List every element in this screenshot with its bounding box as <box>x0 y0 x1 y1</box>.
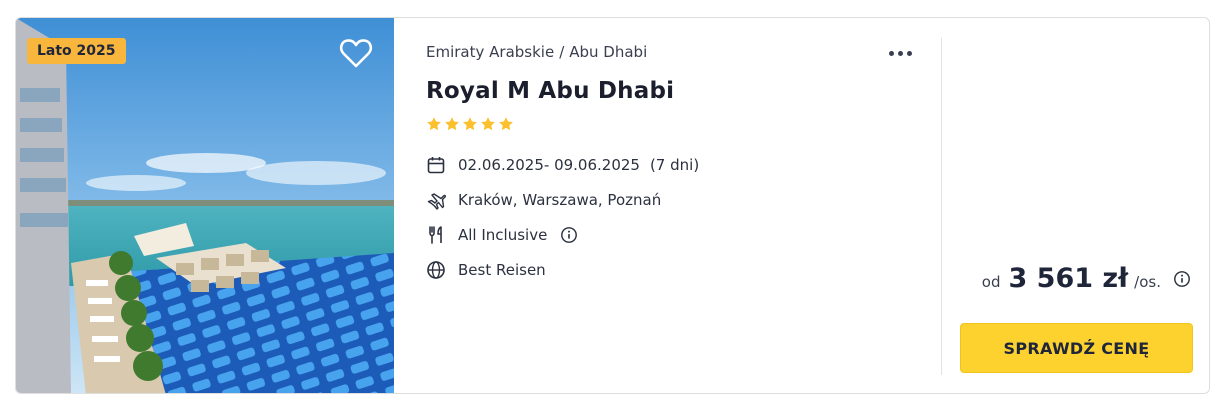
offer-info: Emiraty Arabskie / Abu Dhabi Royal M Abu D… <box>426 18 946 393</box>
heart-outline-icon <box>339 39 373 68</box>
price-suffix: /os. <box>1134 273 1161 291</box>
star-icon <box>445 117 459 131</box>
more-dots-icon <box>889 50 894 56</box>
plane-icon <box>426 190 446 210</box>
breadcrumb-separator: / <box>559 43 565 61</box>
cutlery-icon <box>426 225 446 245</box>
calendar-icon <box>426 155 446 175</box>
hotel-name[interactable]: Royal M Abu Dhabi <box>426 78 674 104</box>
globe-icon <box>426 260 446 280</box>
hotel-photo-illustration <box>16 18 394 393</box>
star-rating <box>426 116 514 132</box>
star-icon <box>481 117 495 131</box>
duration-text: (7 dni) <box>649 156 700 174</box>
hotel-photo[interactable]: Lato 2025 <box>16 18 394 393</box>
city-link[interactable]: Abu Dhabi <box>569 43 647 61</box>
more-options-button[interactable] <box>889 46 919 60</box>
price-prefix: od <box>981 273 1001 291</box>
country-link[interactable]: Emiraty Arabskie <box>426 43 554 61</box>
breadcrumb-location: Emiraty Arabskie / Abu Dhabi <box>426 43 647 61</box>
price-value: 3 561 zł <box>1008 263 1129 294</box>
board-row: All Inclusive <box>426 225 591 245</box>
season-badge: Lato 2025 <box>27 38 126 64</box>
favorite-button[interactable] <box>339 37 373 69</box>
info-icon[interactable] <box>559 225 579 245</box>
column-divider <box>941 38 942 375</box>
operator-text: Best Reisen <box>458 261 546 279</box>
departures-text: Kraków, Warszawa, Poznań <box>458 191 662 209</box>
board-text: All Inclusive <box>458 226 548 244</box>
check-price-button[interactable]: SPRAWDŹ CENĘ <box>960 323 1193 373</box>
price-info-icon[interactable] <box>1173 270 1191 288</box>
star-icon <box>463 117 477 131</box>
dates-text: 02.06.2025- 09.06.2025 <box>458 156 640 174</box>
star-icon <box>427 117 441 131</box>
operator-row: Best Reisen <box>426 260 546 280</box>
price-block: od 3 561 zł /os. <box>982 263 1191 294</box>
star-icon <box>499 117 513 131</box>
dates-row: 02.06.2025- 09.06.2025 (7 dni) <box>426 155 699 175</box>
offer-card[interactable]: Lato 2025 Emiraty Arabskie / Abu Dhabi Roy… <box>15 17 1210 394</box>
departures-row: Kraków, Warszawa, Poznań <box>426 190 661 210</box>
